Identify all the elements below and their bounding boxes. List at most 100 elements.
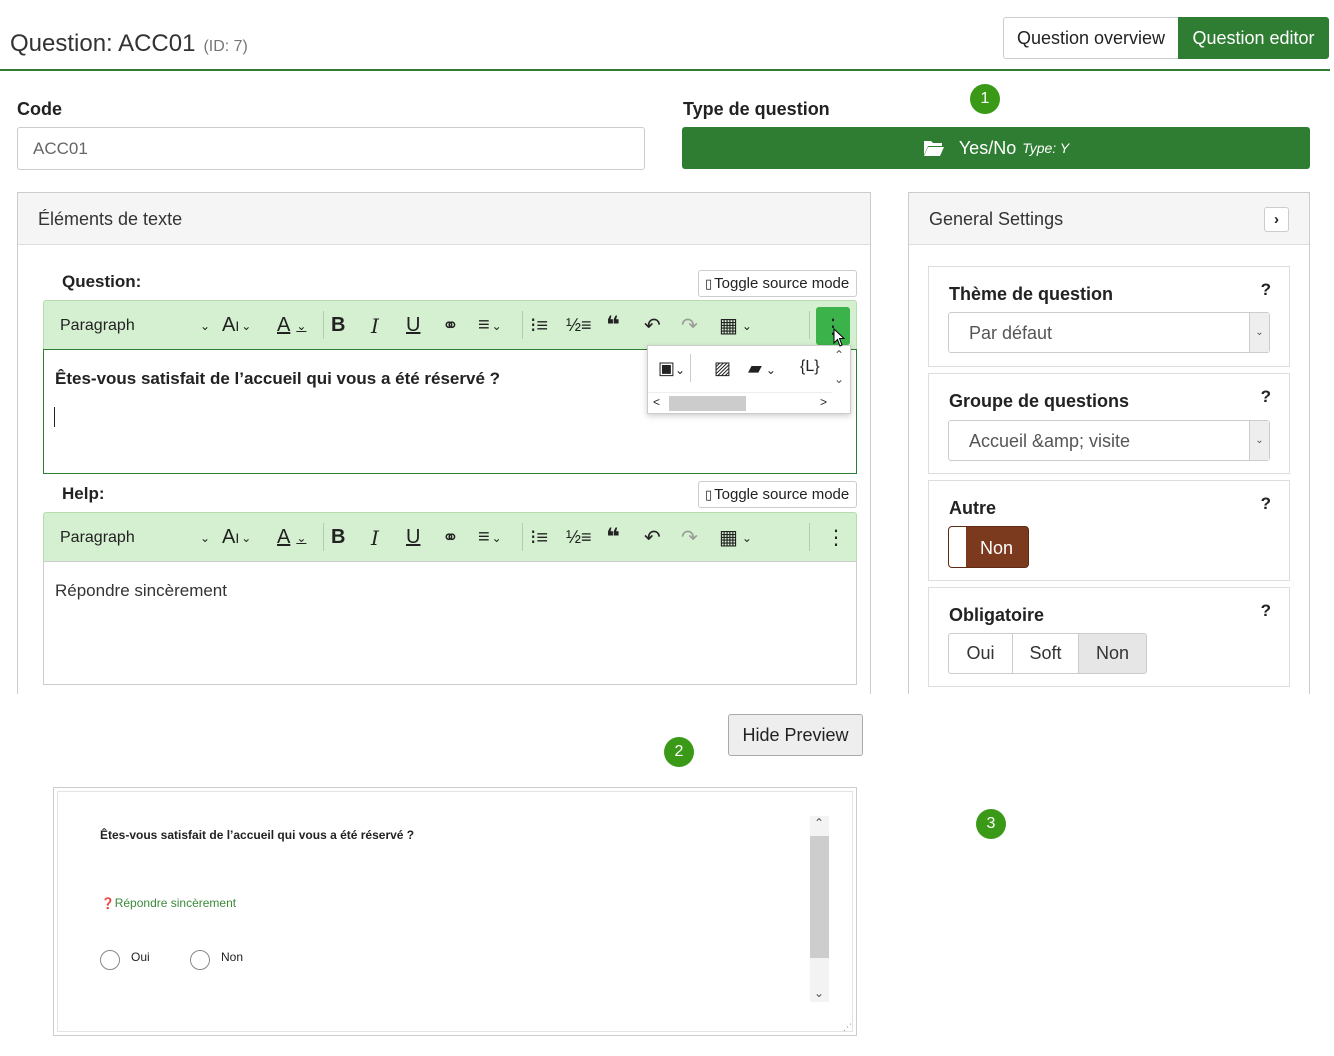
preview-radio-non[interactable] (190, 950, 210, 970)
help-question-icon[interactable]: ? (1261, 387, 1271, 407)
font-color-icon[interactable]: A ⌄ (277, 513, 306, 562)
help-question-icon[interactable]: ? (1261, 280, 1271, 300)
group-select[interactable]: Accueil &amp; visite ⌄ (948, 420, 1270, 461)
question-type-value: Yes/No (958, 137, 1017, 158)
blockquote-icon[interactable]: ❝ (606, 513, 620, 562)
media-icon[interactable]: ▣⌄ (658, 358, 685, 379)
preview-radio-oui[interactable] (100, 950, 120, 970)
toolbar-separator (323, 523, 324, 551)
scroll-up-icon[interactable]: ⌃ (834, 348, 844, 362)
font-size-icon[interactable]: A I ⌄ (222, 513, 251, 562)
toolbar-separator (690, 354, 691, 382)
toggle-source-button-help[interactable]: ▯ Toggle source mode (698, 481, 857, 508)
undo-icon[interactable]: ↶ (644, 301, 661, 350)
numbered-list-icon[interactable]: ½≡ (566, 301, 592, 350)
toolbar-separator (809, 523, 810, 551)
expression-icon[interactable]: {L} (800, 358, 820, 376)
scrollbar-thumb[interactable] (810, 836, 829, 958)
help-question-icon[interactable]: ? (1261, 494, 1271, 514)
chevron-down-icon: ⌄ (1249, 313, 1269, 352)
badge-2: 2 (664, 737, 694, 767)
bullet-list-icon[interactable]: ⁝≡ (530, 301, 548, 350)
theme-select[interactable]: Par défaut ⌄ (948, 312, 1270, 353)
redo-icon[interactable]: ↷ (681, 301, 698, 350)
more-options-icon[interactable]: ⋮ (826, 513, 846, 562)
header-divider (0, 69, 1330, 71)
toolbar-separator (522, 523, 523, 551)
bold-icon[interactable]: B (331, 301, 345, 350)
other-card: Autre ? Non (928, 480, 1290, 581)
table-icon[interactable]: ▦ ⌄ (719, 513, 752, 562)
table-icon[interactable]: ▦ ⌄ (719, 301, 752, 350)
bold-icon[interactable]: B (331, 513, 345, 562)
help-question-icon[interactable]: ? (1261, 601, 1271, 621)
font-size-icon[interactable]: A I ⌄ (222, 301, 251, 350)
question-overview-button[interactable]: Question overview (1003, 17, 1179, 59)
scroll-right-icon[interactable]: > (820, 395, 827, 409)
file-code-icon: ▯ (705, 275, 713, 291)
question-id: (ID: 7) (203, 38, 248, 55)
scroll-down-icon[interactable]: ⌄ (834, 372, 844, 386)
preview-help-text: Répondre sincèrement (114, 896, 237, 910)
italic-icon[interactable]: I (371, 513, 379, 562)
scroll-left-icon[interactable]: < (653, 395, 660, 409)
numbered-list-icon[interactable]: ½≡ (566, 513, 592, 562)
collapse-chevron-right-icon[interactable]: › (1264, 207, 1289, 232)
help-editor-area[interactable]: Répondre sincèrement (43, 561, 857, 685)
underline-icon[interactable]: U (406, 513, 420, 562)
mandatory-card: Obligatoire ? Oui Soft Non (928, 587, 1290, 687)
toggle-knob (949, 527, 966, 567)
question-editor-toolbar: Paragraph ⌄ A I ⌄ A ⌄ B I U ⚭ ≡ ⌄ ⁝≡ ½≡ ❝ ↶ ↷… (43, 300, 857, 349)
file-manager-icon[interactable]: ▰ ⌄ (748, 358, 776, 379)
question-type-code: Type: Y (1022, 140, 1070, 156)
underline-icon[interactable]: U (406, 301, 420, 350)
image-icon[interactable]: ▨ (714, 358, 731, 379)
toggle-source-label: Toggle source mode (714, 275, 850, 292)
badge-1: 1 (970, 84, 1000, 114)
code-input[interactable] (17, 127, 645, 170)
resize-handle-icon[interactable]: ⋰ (843, 1022, 852, 1033)
italic-icon[interactable]: I (371, 301, 379, 350)
preview-option-non: Non (221, 950, 244, 964)
folder-open-icon (923, 141, 944, 156)
paragraph-dropdown[interactable]: Paragraph ⌄ (60, 513, 210, 562)
mandatory-soft-button[interactable]: Soft (1012, 633, 1079, 674)
preview-scrollbar[interactable]: ⌃ ⌄ (810, 816, 829, 1002)
toggle-source-button-question[interactable]: ▯ Toggle source mode (698, 270, 857, 297)
mandatory-non-button[interactable]: Non (1078, 633, 1147, 674)
paragraph-label: Paragraph (60, 528, 135, 546)
other-label: Autre (949, 498, 997, 518)
align-icon[interactable]: ≡ ⌄ (478, 513, 502, 562)
redo-icon[interactable]: ↷ (681, 513, 698, 562)
link-icon[interactable]: ⚭ (442, 301, 459, 350)
scroll-up-icon[interactable]: ⌃ (814, 816, 824, 830)
theme-value: Par défaut (969, 323, 1053, 343)
horizontal-scrollbar[interactable]: < > (648, 392, 832, 413)
paragraph-label: Paragraph (60, 316, 135, 334)
other-toggle[interactable]: Non (948, 526, 1029, 568)
link-icon[interactable]: ⚭ (442, 513, 459, 562)
text-elements-title: Éléments de texte (18, 193, 870, 245)
font-color-icon[interactable]: A ⌄ (277, 301, 306, 350)
preview-help: ❓Répondre sincèrement (101, 896, 236, 910)
group-label: Groupe de questions (949, 391, 1130, 411)
toolbar-separator (809, 311, 810, 339)
question-type-button[interactable]: Yes/No Type: Y (682, 127, 1310, 169)
help-circle-icon: ❓ (101, 898, 115, 910)
question-editor-button[interactable]: Question editor (1178, 17, 1329, 59)
toolbar-separator (323, 311, 324, 339)
help-label: Help: (62, 484, 105, 503)
align-icon[interactable]: ≡ ⌄ (478, 301, 502, 350)
paragraph-dropdown[interactable]: Paragraph ⌄ (60, 301, 210, 350)
mandatory-oui-button[interactable]: Oui (948, 633, 1013, 674)
help-editor-toolbar: Paragraph ⌄ A I ⌄ A ⌄ B I U ⚭ ≡ ⌄ ⁝≡ ½≡ ❝ ↶ ↷… (43, 512, 857, 561)
page-title-text: Question: ACC01 (10, 30, 196, 57)
file-code-icon: ▯ (705, 486, 713, 502)
scroll-down-icon[interactable]: ⌄ (814, 986, 824, 1000)
toolbar-separator (522, 311, 523, 339)
scrollbar-thumb[interactable] (669, 396, 746, 411)
blockquote-icon[interactable]: ❝ (606, 301, 620, 350)
hide-preview-button[interactable]: Hide Preview (728, 714, 863, 756)
bullet-list-icon[interactable]: ⁝≡ (530, 513, 548, 562)
undo-icon[interactable]: ↶ (644, 513, 661, 562)
